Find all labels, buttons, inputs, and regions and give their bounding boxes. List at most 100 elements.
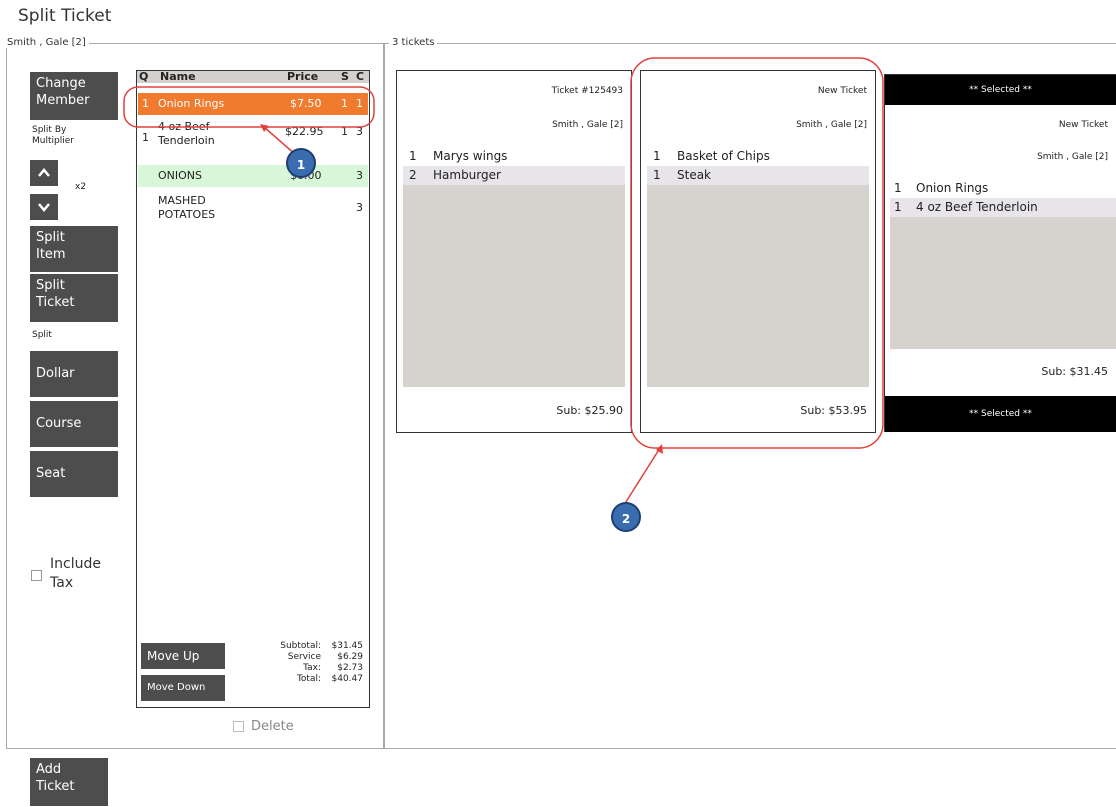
item-name-line-1: 4 oz Beef (158, 120, 210, 133)
split-by-label-1: Split By (32, 125, 67, 135)
move-up-button[interactable]: Move Up (141, 643, 225, 669)
move-down-button[interactable]: Move Down (141, 675, 225, 701)
delete-label: Delete (251, 719, 294, 734)
line-name: Onion Rings (916, 181, 989, 195)
line-name: Marys wings (433, 149, 508, 163)
item-qty: 1 (142, 131, 149, 144)
include-tax-checkbox[interactable] (31, 570, 42, 581)
split-label: Split (32, 330, 52, 340)
line-name: Hamburger (433, 168, 501, 182)
line-qty: 1 (409, 149, 417, 163)
split-seat-button[interactable]: Seat (30, 451, 118, 497)
multiplier-up-button[interactable] (30, 160, 58, 186)
item-name: ONIONS (158, 169, 202, 182)
multiplier-down-button[interactable] (30, 194, 58, 220)
ticket-member: Smith , Gale [2] (796, 120, 867, 130)
ticket-card[interactable]: New Ticket Smith , Gale [2] 1 Basket of C… (640, 70, 876, 433)
tax-label: Tax: (303, 663, 321, 673)
ticket-lines[interactable]: 1 Marys wings 2 Hamburger (403, 147, 625, 387)
service-value: $6.29 (337, 652, 363, 662)
split-by-label-2: Multiplier (32, 136, 74, 146)
item-course: 3 (356, 201, 363, 214)
item-qty: 1 (142, 97, 149, 110)
change-member-label-2: Member (36, 93, 90, 108)
item-course: 3 (356, 125, 363, 138)
line-qty: 1 (894, 200, 902, 214)
ticket-lines[interactable]: 1 Basket of Chips 1 Steak (647, 147, 869, 387)
item-seat: 1 (341, 125, 348, 138)
item-course: 3 (356, 169, 363, 182)
tax-value: $2.73 (337, 663, 363, 673)
line-qty: 1 (894, 181, 902, 195)
item-course: 1 (356, 97, 363, 110)
ticket-line[interactable]: 1 Onion Rings (890, 179, 1116, 198)
include-tax-label-2: Tax (50, 575, 74, 591)
ticket-line[interactable]: 1 Basket of Chips (647, 147, 869, 166)
item-row[interactable]: 1 4 oz Beef Tenderloin $22.95 1 3 (138, 119, 368, 159)
ticket-card[interactable]: Ticket #125493 Smith , Gale [2] 1 Marys w… (396, 70, 632, 433)
items-list-header: Q Name Price S C (137, 70, 369, 83)
chevron-up-icon (38, 168, 50, 177)
ticket-header: Ticket #125493 (551, 86, 623, 96)
split-dollar-button[interactable]: Dollar (30, 351, 118, 397)
ticket-subtotal: Sub: $31.45 (1041, 365, 1108, 378)
item-name-line-2: Tenderloin (158, 134, 215, 147)
item-seat: 1 (341, 97, 348, 110)
selected-footer-bar: ** Selected ** (885, 396, 1116, 432)
service-label: Service (287, 652, 321, 662)
split-item-label-1: Split (36, 230, 65, 245)
change-member-button[interactable]: Change Member (30, 72, 118, 120)
ticket-line[interactable]: 1 Marys wings (403, 147, 625, 166)
item-price: $22.95 (285, 125, 324, 138)
split-course-button[interactable]: Course (30, 401, 118, 447)
add-ticket-label-1: Add (36, 762, 62, 777)
totals-block: Subtotal: $31.45 Service $6.29 Tax: $2.73 T… (237, 641, 365, 685)
split-ticket-button[interactable]: Split Ticket (30, 274, 118, 322)
ticket-member: Smith , Gale [2] (1037, 152, 1108, 162)
line-name: 4 oz Beef Tenderloin (916, 200, 1038, 214)
subtotal-label: Subtotal: (280, 641, 321, 651)
ticket-lines[interactable]: 1 Onion Rings 1 4 oz Beef Tenderloin (890, 179, 1116, 349)
item-row-modifier[interactable]: ONIONS $0.00 3 (138, 165, 368, 187)
ticket-subtotal: Sub: $25.90 (556, 404, 623, 417)
split-ticket-label-2: Ticket (36, 295, 75, 310)
item-row-modifier[interactable]: MASHED POTATOES 3 (138, 193, 368, 227)
item-row-selected[interactable]: 1 Onion Rings $7.50 1 1 (138, 93, 368, 115)
member-group-legend: Smith , Gale [2] (4, 37, 89, 48)
ticket-line[interactable]: 2 Hamburger (403, 166, 625, 185)
col-header-c: C (356, 70, 365, 83)
ticket-card-selected[interactable]: ** Selected ** New Ticket Smith , Gale [… (884, 74, 1116, 432)
col-header-price: Price (287, 70, 319, 83)
ticket-line[interactable]: 1 4 oz Beef Tenderloin (890, 198, 1116, 217)
delete-checkbox[interactable] (233, 721, 244, 732)
col-header-s: S (341, 70, 349, 83)
line-name: Steak (677, 168, 712, 182)
include-tax-label: Include Tax (50, 555, 101, 593)
item-name: Onion Rings (158, 97, 225, 110)
selected-header-bar: ** Selected ** (885, 75, 1116, 105)
total-value: $40.47 (331, 674, 364, 684)
ticket-header: New Ticket (1058, 120, 1108, 130)
split-ticket-label-1: Split (36, 278, 65, 293)
ticket-items-list[interactable]: Q Name Price S C 1 Onion Rings $7.50 1 1… (136, 70, 370, 708)
col-header-q: Q (139, 70, 149, 83)
line-qty: 1 (653, 149, 661, 163)
chevron-down-icon (38, 203, 50, 212)
item-name-line-1: MASHED (158, 194, 206, 207)
callout-badge-2: 2 (611, 502, 641, 532)
split-item-label-2: Item (36, 247, 66, 262)
callout-badge-1: 1 (286, 148, 316, 178)
line-qty: 2 (409, 168, 417, 182)
ticket-subtotal: Sub: $53.95 (800, 404, 867, 417)
change-member-label-1: Change (36, 76, 86, 91)
multiplier-value: x2 (75, 182, 87, 192)
line-name: Basket of Chips (677, 149, 770, 163)
ticket-line[interactable]: 1 Steak (647, 166, 869, 185)
page-title: Split Ticket (18, 6, 112, 26)
add-ticket-label-2: Ticket (36, 779, 75, 794)
col-header-name: Name (160, 70, 196, 83)
total-label: Total: (296, 674, 321, 684)
split-item-button[interactable]: Split Item (30, 226, 118, 272)
add-ticket-button[interactable]: Add Ticket (30, 758, 108, 806)
ticket-member: Smith , Gale [2] (552, 120, 623, 130)
